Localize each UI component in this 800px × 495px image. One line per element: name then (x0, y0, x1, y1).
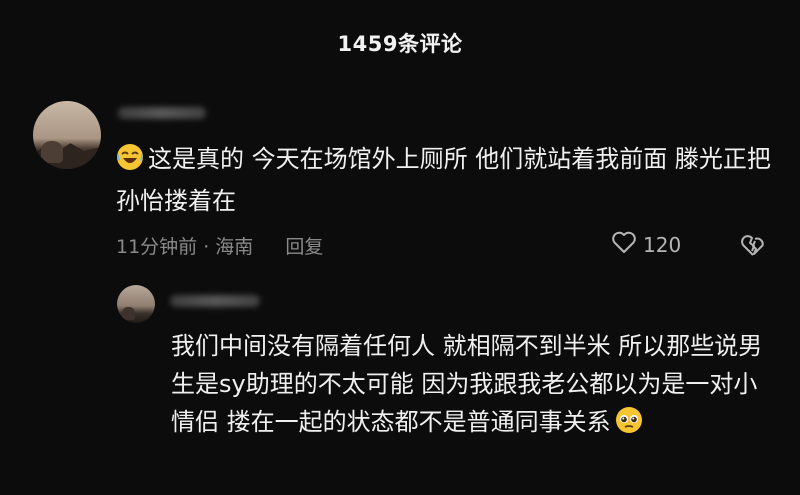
reply-body: 我们中间没有隔着任何人 就相隔不到半米 所以那些说男生是sy助理的不太可能 因为… (171, 327, 781, 445)
comment-text: 这是真的 今天在场馆外上厕所 他们就站着我前面 滕光正把孙怡搂着在 (116, 145, 771, 215)
replier-avatar[interactable] (117, 285, 155, 323)
heart-icon (611, 230, 637, 259)
laughing-crying-emoji-icon (116, 143, 144, 182)
like-button[interactable]: 120 (611, 230, 681, 259)
replier-username-blurred[interactable] (170, 295, 260, 307)
dislike-button[interactable] (739, 233, 767, 261)
broken-heart-icon (739, 235, 767, 261)
comments-count-title: 1459条评论 (337, 32, 463, 56)
reply-button[interactable]: 回复 (285, 236, 323, 258)
pleading-face-emoji-icon (615, 406, 643, 445)
comment-time-location: 11分钟前 · 海南 (116, 236, 254, 258)
like-count: 120 (643, 232, 682, 257)
commenter-username-blurred[interactable] (118, 107, 206, 119)
commenter-avatar[interactable] (33, 101, 101, 169)
comment-body: 这是真的 今天在场馆外上厕所 他们就站着我前面 滕光正把孙怡搂着在 (116, 140, 776, 220)
reply-text: 我们中间没有隔着任何人 就相隔不到半米 所以那些说男生是sy助理的不太可能 因为… (171, 332, 763, 436)
comment-meta: 11分钟前 · 海南 回复 (116, 232, 323, 259)
